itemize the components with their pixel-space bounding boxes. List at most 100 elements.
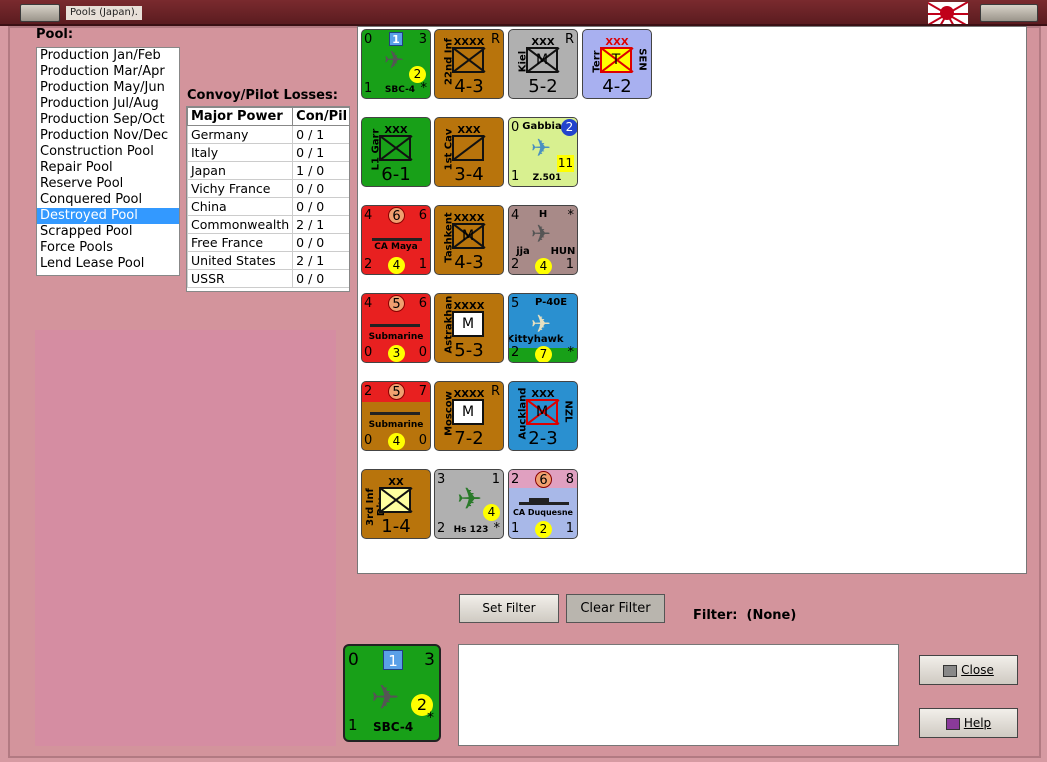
unit-counter[interactable]: Moscow XXXX R M 7-2 bbox=[434, 381, 504, 451]
unit-counter[interactable]: 2 6 8 CA Duquesne 1 2 1 bbox=[508, 469, 578, 539]
close-label: Close bbox=[961, 663, 994, 677]
counter-strength: 3-4 bbox=[454, 164, 484, 185]
pool-item[interactable]: Production Jul/Aug bbox=[37, 96, 179, 112]
filter-label: Filter: bbox=[693, 608, 738, 623]
counter-name: SBC-4 bbox=[373, 720, 414, 734]
unit-counter[interactable]: Auckland XXX M NZL 2-3 bbox=[508, 381, 578, 451]
counter-strength: 6-1 bbox=[381, 164, 411, 185]
japan-flag-icon bbox=[928, 2, 968, 24]
table-row: Free France 0 / 0 bbox=[187, 233, 349, 252]
counter-strength: 4-3 bbox=[454, 76, 484, 97]
unit-info-textbox[interactable] bbox=[458, 644, 899, 746]
counter-value: 0 bbox=[364, 433, 373, 448]
counter-strength: 7-2 bbox=[454, 428, 484, 449]
counter-value: 1 bbox=[348, 716, 358, 734]
counter-value: 5 bbox=[388, 383, 405, 400]
counter-value: R bbox=[490, 384, 500, 399]
counter-strength: 1-4 bbox=[381, 516, 411, 537]
col-header[interactable]: Con/Pil bbox=[292, 107, 349, 126]
counter-value: 4 bbox=[364, 208, 373, 223]
counter-type: T bbox=[611, 52, 621, 68]
window-control-button[interactable] bbox=[980, 4, 1038, 22]
counter-value: * bbox=[493, 521, 501, 536]
counter-name: Submarine bbox=[368, 420, 424, 430]
counter-name: Kittyhawk bbox=[508, 334, 564, 345]
pool-list[interactable]: Production Jan/Feb Production Mar/Apr Pr… bbox=[36, 47, 180, 276]
cavalry-icon bbox=[452, 135, 486, 161]
help-button[interactable]: Help bbox=[919, 708, 1018, 738]
cell: Vichy France bbox=[187, 179, 294, 198]
unit-counter[interactable]: 3rd Inf Div XX 1-4 bbox=[361, 469, 431, 539]
col-header[interactable]: Major Power bbox=[187, 107, 294, 126]
unit-counter[interactable]: Kiel XXX R M 5-2 bbox=[508, 29, 578, 99]
unit-counter[interactable]: 4 5 6 Submarine 0 3 0 bbox=[361, 293, 431, 363]
counter-value: 8 bbox=[565, 472, 574, 487]
counter-strength: 4-2 bbox=[602, 76, 632, 97]
counter-value: 2 bbox=[511, 257, 520, 272]
cruiser-icon bbox=[372, 238, 422, 241]
pool-item[interactable]: Scrapped Pool bbox=[37, 224, 179, 240]
unit-counter[interactable]: 3 1 ✈ 4 2 Hs 123 * bbox=[434, 469, 504, 539]
pool-item[interactable]: Repair Pool bbox=[37, 160, 179, 176]
unit-counter[interactable]: 2 5 7 Submarine 0 4 0 bbox=[361, 381, 431, 451]
counter-value: 3 bbox=[437, 472, 446, 487]
unit-counter[interactable]: 5 P-40E ✈ Kittyhawk 2 7 * bbox=[508, 293, 578, 363]
counter-model: Z.501 bbox=[532, 173, 562, 183]
pool-item[interactable]: Production Sep/Oct bbox=[37, 112, 179, 128]
system-menu-button[interactable] bbox=[20, 4, 60, 22]
table-row: Italy 0 / 1 bbox=[187, 143, 349, 162]
set-filter-button[interactable]: Set Filter bbox=[459, 594, 559, 623]
counter-value: 2 bbox=[511, 472, 520, 487]
counter-value: * bbox=[567, 208, 575, 223]
counter-type: M bbox=[461, 404, 475, 420]
pool-item-selected[interactable]: Destroyed Pool bbox=[37, 208, 179, 224]
counter-value: 4 bbox=[535, 258, 552, 274]
cell: United States bbox=[187, 251, 294, 270]
pool-item[interactable]: Production May/Jun bbox=[37, 80, 179, 96]
cell: Commonwealth bbox=[187, 215, 294, 234]
counter-value: 11 bbox=[557, 155, 574, 172]
pool-item[interactable]: Production Nov/Dec bbox=[37, 128, 179, 144]
counter-value: 2 bbox=[561, 119, 577, 136]
unit-counter[interactable]: 0 1 3 ✈ 2 1 SBC-4 * bbox=[361, 29, 431, 99]
pool-item[interactable]: Production Jan/Feb bbox=[37, 48, 179, 64]
counter-value: 4 bbox=[483, 504, 500, 521]
close-button[interactable]: Close bbox=[919, 655, 1018, 685]
table-row: China 0 / 0 bbox=[187, 197, 349, 216]
unit-counter[interactable]: 0 Gabbiano 2 ✈ 11 1 Z.501 bbox=[508, 117, 578, 187]
plane-icon: ✈ bbox=[384, 46, 405, 74]
pool-item[interactable]: Conquered Pool bbox=[37, 192, 179, 208]
pool-item[interactable]: Lend Lease Pool bbox=[37, 256, 179, 272]
unit-counter[interactable]: L1 Garr XXX 6-1 bbox=[361, 117, 431, 187]
cell: 0 / 0 bbox=[292, 233, 349, 252]
cell: Italy bbox=[187, 143, 294, 162]
unit-counter[interactable]: Tashkent XXXX M 4-3 bbox=[434, 205, 504, 275]
cruiser-hull-icon bbox=[519, 502, 569, 505]
losses-table: Major Power Con/Pil Germany 0 / 1 Italy 0 /… bbox=[186, 106, 350, 292]
unit-counter[interactable]: 4 H * ✈ jja HUN 2 4 1 bbox=[508, 205, 578, 275]
counter-value: 2 bbox=[364, 384, 373, 399]
counter-value: 7 bbox=[535, 346, 552, 362]
pool-item[interactable]: Production Mar/Apr bbox=[37, 64, 179, 80]
unit-counter[interactable]: 1st Cav XXX 3-4 bbox=[434, 117, 504, 187]
pool-item[interactable]: Reserve Pool bbox=[37, 176, 179, 192]
counter-type: M bbox=[461, 228, 475, 244]
clear-filter-button[interactable]: Clear Filter bbox=[566, 594, 665, 623]
counter-value: R bbox=[490, 32, 500, 47]
counter-value: 1 bbox=[511, 521, 520, 536]
unit-counter[interactable]: 4 6 6 CA Maya 2 4 1 bbox=[361, 205, 431, 275]
militia-icon: M bbox=[526, 399, 560, 425]
cell: 0 / 1 bbox=[292, 143, 349, 162]
infantry-icon bbox=[452, 47, 486, 73]
unit-counter[interactable]: Astrakhan XXXX M 5-3 bbox=[434, 293, 504, 363]
pool-item[interactable]: Construction Pool bbox=[37, 144, 179, 160]
counter-value: 2 bbox=[535, 521, 552, 538]
cell: 2 / 1 bbox=[292, 215, 349, 234]
unit-counter[interactable]: Terr XXX T SEN 4-2 bbox=[582, 29, 652, 99]
counter-type: M bbox=[535, 52, 549, 68]
unit-counter[interactable]: 22nd Inf XXXX R 4-3 bbox=[434, 29, 504, 99]
counter-grid[interactable]: 0 1 3 ✈ 2 1 SBC-4 * 22nd Inf XXXX R 4-3 … bbox=[357, 26, 1027, 574]
counter-value: 1 bbox=[565, 257, 574, 272]
pool-item[interactable]: Force Pools bbox=[37, 240, 179, 256]
counter-strength: 4-3 bbox=[454, 252, 484, 273]
